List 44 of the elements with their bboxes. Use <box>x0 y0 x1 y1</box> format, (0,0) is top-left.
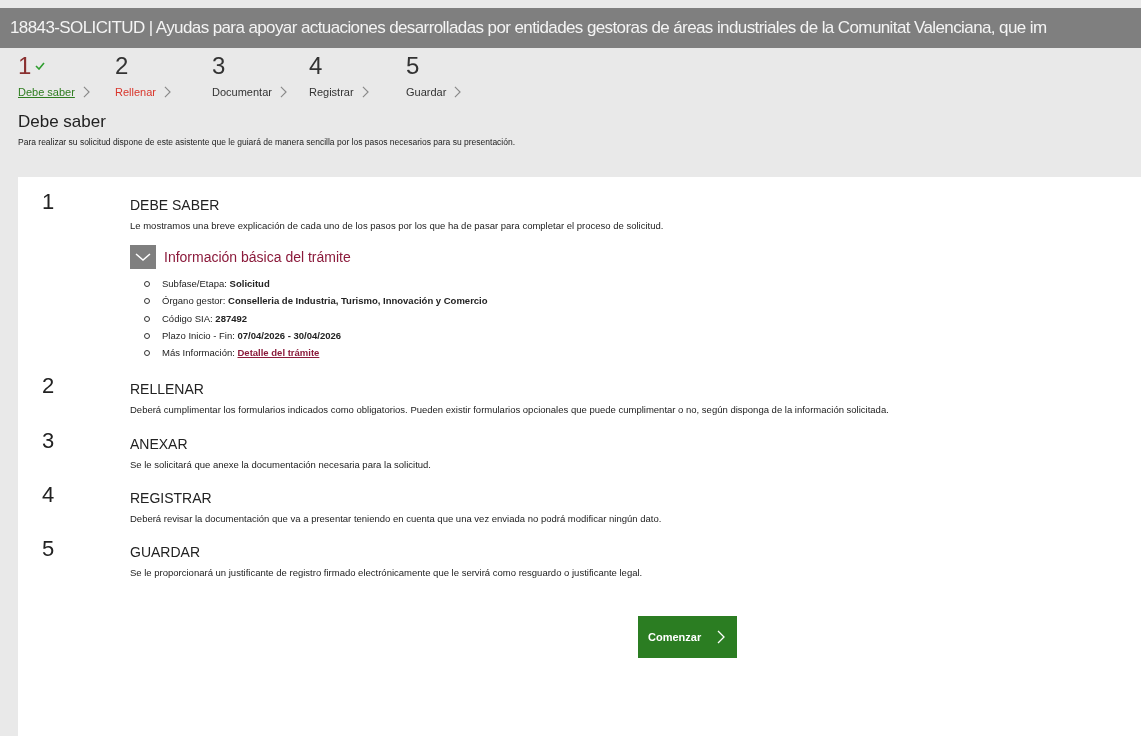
page-heading: Debe saber <box>18 110 107 133</box>
section-title: ANEXAR <box>130 434 189 454</box>
chevron-icon <box>163 86 171 99</box>
chevron-icon <box>135 252 151 262</box>
step-number: 5 <box>406 54 420 78</box>
step-link[interactable]: Rellenar <box>115 84 156 101</box>
chevron-icon <box>82 86 90 99</box>
section-number: 3 <box>41 429 56 455</box>
detail-link[interactable]: Detalle del trámite <box>237 347 320 358</box>
section-description: Se le solicitará que anexe la documentación necesaria para la solicitud. <box>130 457 432 472</box>
intro-text: Para realizar su solicitud dispone de este asistente que le guiará de manera sencilla por los pasos necesarios para su presentación. <box>18 136 517 149</box>
step-link[interactable]: Documentar <box>212 84 272 101</box>
section-title: RELLENAR <box>130 380 205 400</box>
info-item: Subfase/Etapa: Solicitud <box>162 277 270 291</box>
section-title: REGISTRAR <box>130 488 213 508</box>
section-number: 1 <box>41 190 56 216</box>
chevron-icon <box>454 86 462 99</box>
info-item: Más Información: Detalle del trámite <box>162 346 320 360</box>
step-link[interactable]: Registrar <box>309 84 354 101</box>
section-number: 2 <box>41 375 56 401</box>
info-item: Código SIA: 287492 <box>162 311 248 326</box>
step-link[interactable]: Guardar <box>406 84 447 101</box>
info-heading: Información básica del trámite <box>164 247 351 267</box>
info-item: Órgano gestor: Conselleria de Industria, Turismo, Innovación y Comercio <box>162 294 488 309</box>
section-title: GUARDAR <box>130 543 201 562</box>
step-number: 4 <box>309 54 323 78</box>
info-item: Plazo Inicio - Fin: 07/04/2026 - 30/04/2026 <box>162 328 342 343</box>
step-number: 2 <box>115 54 129 78</box>
section-number: 4 <box>41 483 56 509</box>
chevron-icon <box>279 86 287 99</box>
step-link[interactable]: Debe saber <box>18 84 75 101</box>
step-number: 1 <box>18 54 32 78</box>
section-description: Le mostramos una breve explicación de cada uno de los pasos por los que ha de pasar para completar el proceso de solicitud. <box>130 218 665 233</box>
toggle-button[interactable] <box>130 245 156 269</box>
chevron-icon <box>717 629 725 646</box>
section-number: 5 <box>41 538 56 563</box>
page-title: 18843-SOLICITUD | Ayudas para apoyar actuaciones desarrolladas por entidades gestoras de áreas industriales de la Comunitat Valenciana, que im <box>10 17 1047 40</box>
section-description: Deberá cumplimentar los formularios indicados como obligatorios. Pueden existir formularios opcionales que puede cumplimentar o no, según disponga de la información solicitada. <box>130 403 890 418</box>
chevron-icon <box>361 86 369 99</box>
section-description: Deberá revisar la documentación que va a presentar teniendo en cuenta que una vez enviada no podrá modificar ningún dato. <box>130 511 663 526</box>
section-title: DEBE SABER <box>130 195 221 215</box>
step-number: 3 <box>212 54 226 78</box>
start-button[interactable]: Comenzar <box>638 616 737 659</box>
section-description: Se le proporcionará un justificante de registro firmado electrónicamente que le servirá como resguardo o justificante legal. <box>130 566 644 580</box>
